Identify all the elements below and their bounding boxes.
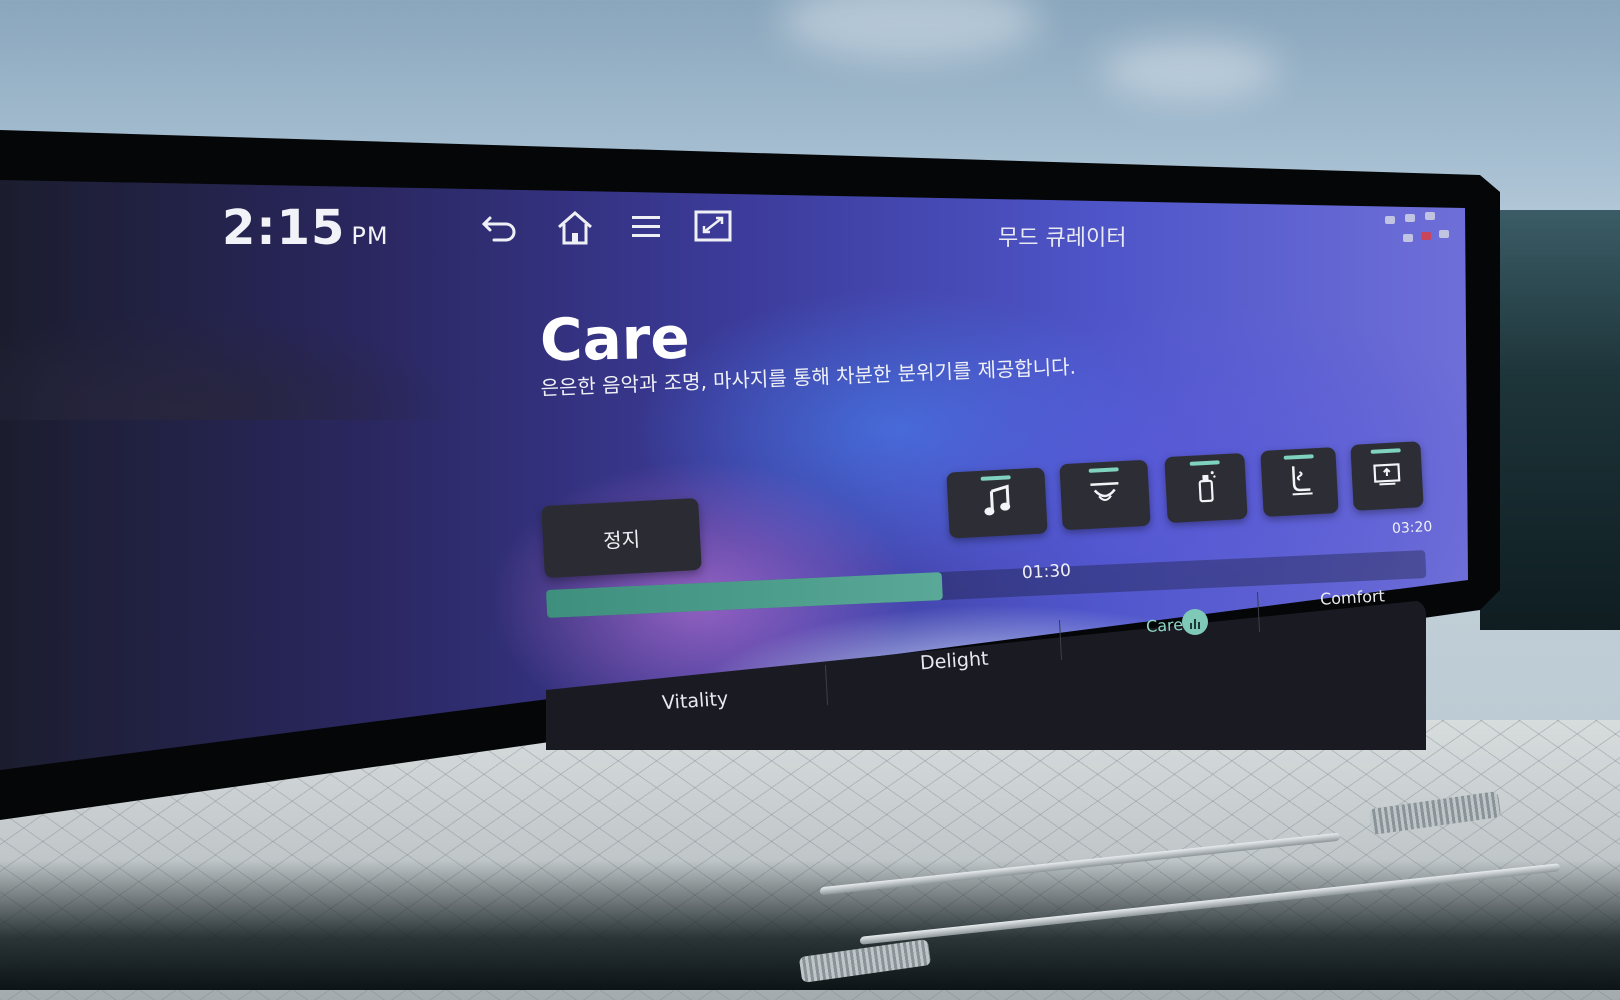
total-time: 03:20 <box>1391 518 1433 538</box>
dashboard-panel <box>1480 210 1620 630</box>
fragrance-icon <box>1194 468 1218 507</box>
wifi-icon <box>1403 234 1413 242</box>
tab-comfort[interactable]: Comfort <box>1320 586 1386 608</box>
active-indicator-icon <box>1182 609 1208 635</box>
clock: 2:15 PM <box>222 200 389 256</box>
display-panel-icon <box>1372 461 1401 490</box>
stop-button[interactable]: 정지 <box>541 497 702 579</box>
massage-button[interactable] <box>1260 447 1339 517</box>
tab-vitality[interactable]: Vitality <box>661 688 729 715</box>
battery-icon <box>1405 214 1415 222</box>
clock-time: 2:15 <box>222 200 346 256</box>
music-button[interactable] <box>946 467 1048 539</box>
fullscreen-icon[interactable] <box>694 210 732 244</box>
signal-icon <box>1385 216 1395 224</box>
fragrance-button[interactable] <box>1164 452 1248 524</box>
cloud <box>1100 40 1280 100</box>
music-note-icon <box>981 484 1013 522</box>
lighting-button[interactable] <box>1059 459 1151 531</box>
user-icon <box>1439 230 1449 238</box>
display-button[interactable] <box>1350 441 1424 511</box>
tab-care[interactable]: Care <box>1146 615 1184 636</box>
screen-title: 무드 큐레이터 <box>998 226 1127 251</box>
home-icon[interactable] <box>555 207 595 247</box>
bluetooth-icon <box>1421 232 1431 240</box>
menu-icon[interactable] <box>630 212 664 242</box>
clock-ampm: PM <box>351 222 389 250</box>
mode-title: Care <box>539 303 691 375</box>
back-icon[interactable] <box>480 212 520 246</box>
cloud <box>780 0 1040 60</box>
status-indicators <box>1385 210 1455 250</box>
seat-massage-icon <box>1285 463 1315 500</box>
ambient-light-icon <box>1087 477 1123 513</box>
elapsed-time: 01:30 <box>1021 560 1072 584</box>
message-icon <box>1425 212 1435 220</box>
